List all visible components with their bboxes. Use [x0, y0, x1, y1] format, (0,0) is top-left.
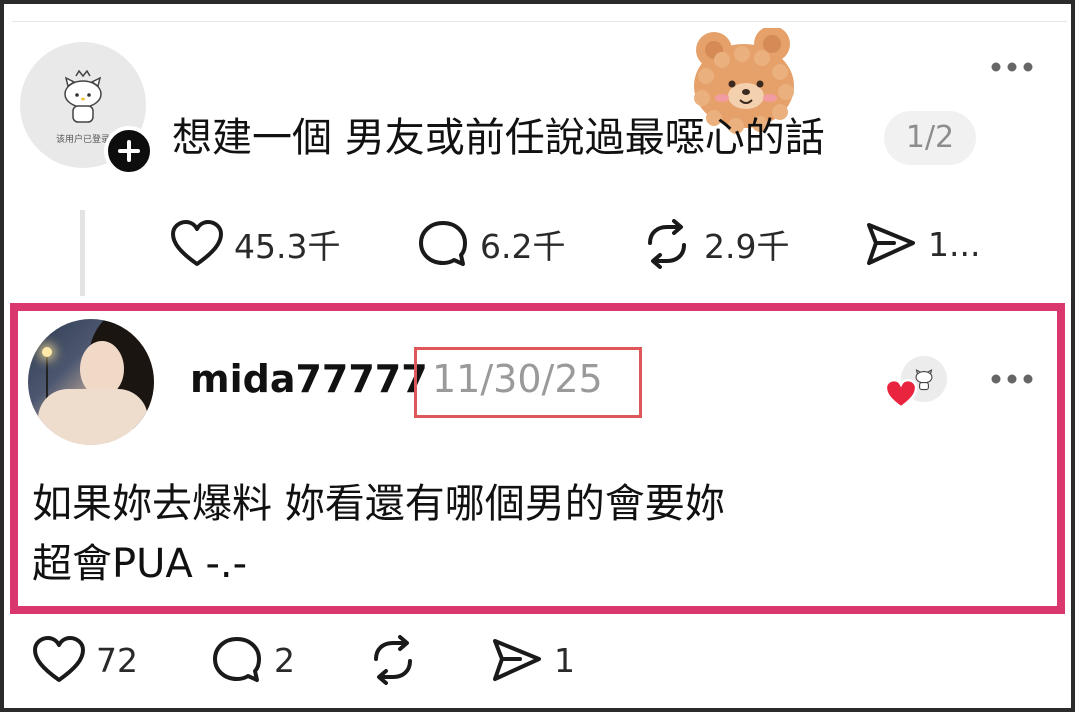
heart-icon: [171, 220, 223, 266]
follow-button[interactable]: [104, 126, 154, 176]
repost-count: 2.9千: [704, 227, 790, 266]
reply-share-count: 1: [554, 640, 575, 680]
reply-username[interactable]: mida77777: [190, 354, 428, 404]
more-icon: [991, 374, 1033, 384]
comment-icon: [213, 637, 261, 682]
share-icon: [493, 639, 541, 681]
reply-more-options-button[interactable]: [986, 366, 1038, 392]
reply-author-avatar[interactable]: [28, 319, 154, 445]
screenshot-frame: 该用户已登录 想建一個 男友或前任說過最噁心的話 1/2 45.3千 6.2千 …: [0, 0, 1075, 712]
like-action[interactable]: 45.3千: [170, 218, 340, 270]
like-count: 45.3千: [234, 227, 341, 266]
reply-text-line-1: 如果妳去爆料 妳看還有哪個男的會要妳: [32, 481, 725, 527]
reply-like-count: 72: [96, 640, 138, 680]
reply-comment-count: 2: [274, 640, 295, 680]
share-count: 1...: [928, 224, 981, 264]
date-highlight-box: [414, 347, 642, 418]
reply-text: 如果妳去爆料 妳看還有哪個男的會要妳 超會PUA -.-: [32, 474, 725, 594]
reply-share-action[interactable]: 1: [490, 632, 575, 688]
heart-icon: [33, 636, 85, 682]
share-icon: [867, 223, 915, 265]
comment-action[interactable]: 6.2千: [416, 218, 565, 270]
reply-text-line-2: 超會PUA -.-: [32, 541, 248, 587]
plus-icon: [118, 140, 140, 162]
thread-post-text: 想建一個 男友或前任說過最噁心的話: [172, 115, 825, 161]
share-action[interactable]: 1...: [864, 218, 980, 270]
reply-repost-action[interactable]: [366, 632, 430, 688]
comment-count: 6.2千: [480, 227, 566, 266]
hello-kitty-icon: [64, 70, 102, 123]
repost-action[interactable]: 2.9千: [640, 218, 789, 270]
more-options-button[interactable]: [986, 54, 1038, 80]
repost-icon: [374, 635, 412, 685]
page-indicator[interactable]: 1/2: [884, 111, 976, 165]
comment-icon: [419, 221, 467, 266]
liked-heart-icon: [884, 378, 918, 410]
reply-comment-action[interactable]: 2: [210, 632, 295, 688]
top-divider: [12, 21, 1067, 22]
more-icon: [991, 62, 1033, 72]
reply-like-action[interactable]: 72: [32, 632, 138, 688]
repost-icon: [648, 219, 686, 269]
thread-connector-line: [80, 210, 85, 296]
